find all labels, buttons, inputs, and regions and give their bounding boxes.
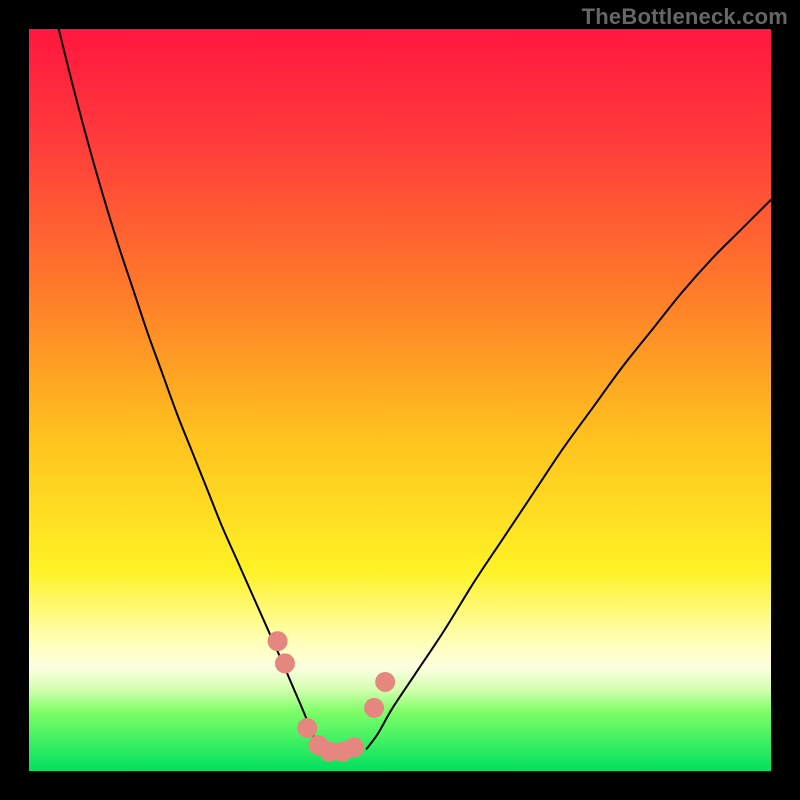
data-point: [375, 672, 395, 692]
data-point: [344, 737, 364, 757]
data-point: [268, 631, 288, 651]
data-point: [275, 653, 295, 673]
chart-svg: [29, 29, 771, 771]
watermark-text: TheBottleneck.com: [582, 4, 788, 30]
gradient-background: [29, 29, 771, 771]
data-point: [297, 718, 317, 738]
data-point: [364, 698, 384, 718]
plot-area: [29, 29, 771, 771]
outer-frame: TheBottleneck.com: [0, 0, 800, 800]
